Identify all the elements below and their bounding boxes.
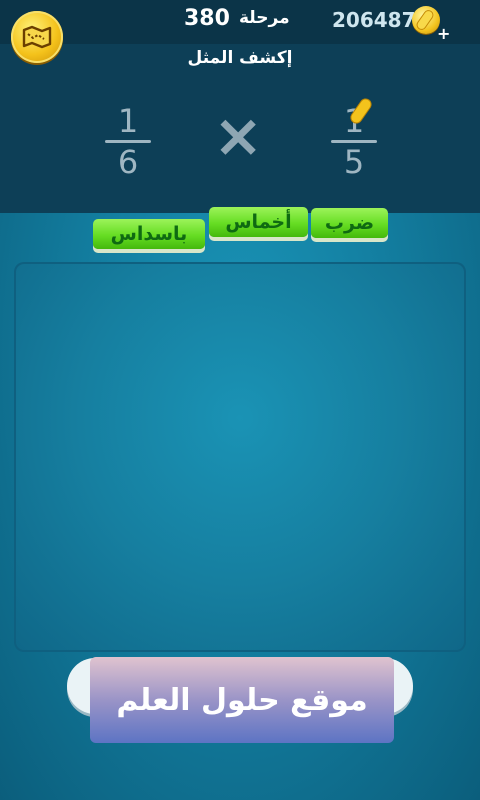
left-fraction-denominator: 6 bbox=[117, 143, 139, 181]
left-fraction: 1 6 bbox=[98, 104, 158, 179]
word-tile[interactable]: باسداس bbox=[93, 219, 205, 249]
level-label: مرحلة bbox=[239, 8, 290, 28]
word-tile[interactable]: أخماس bbox=[209, 207, 308, 237]
puzzle-title: إكشف المثل bbox=[187, 48, 293, 68]
coin-icon[interactable] bbox=[412, 6, 440, 34]
word-tile[interactable]: ضرب bbox=[311, 208, 388, 238]
watermark-banner: موقع حلول العلم bbox=[90, 657, 394, 743]
coins-count: 206487 bbox=[332, 8, 416, 32]
level-number: 380 bbox=[184, 6, 230, 31]
right-fraction-denominator: 5 bbox=[343, 143, 365, 181]
add-coins-icon[interactable]: + bbox=[437, 24, 450, 43]
left-fraction-numerator: 1 bbox=[117, 102, 139, 140]
multiply-sign: × bbox=[213, 101, 264, 171]
map-icon bbox=[22, 25, 52, 49]
answer-board[interactable] bbox=[14, 262, 466, 652]
